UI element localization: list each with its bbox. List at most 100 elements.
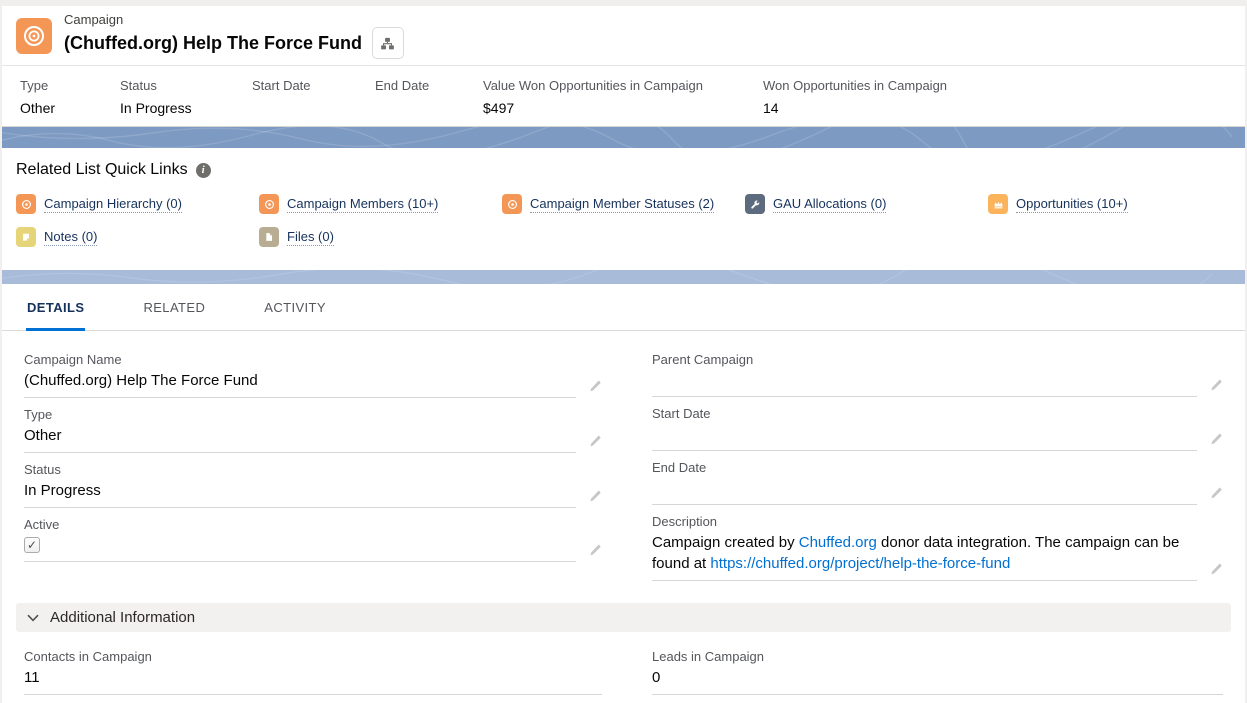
note-icon xyxy=(16,227,36,247)
campaign-hierarchy-link[interactable]: Campaign Hierarchy (0) xyxy=(44,196,182,213)
tab-related[interactable]: RELATED xyxy=(142,284,206,331)
quick-links-grid: Campaign Hierarchy (0) Campaign Members … xyxy=(16,194,1231,247)
description-text: Campaign created by xyxy=(652,534,799,551)
field-end-date: End Date xyxy=(652,460,1223,505)
edit-pencil-icon[interactable] xyxy=(1197,378,1223,397)
tab-details[interactable]: DETAILS xyxy=(26,284,85,331)
field-description: Description Campaign created by Chuffed.… xyxy=(652,514,1223,581)
opportunity-crown-icon xyxy=(988,194,1008,214)
details-form: Campaign Name (Chuffed.org) Help The For… xyxy=(2,331,1245,590)
highlights-panel: Type Other Status In Progress Start Date… xyxy=(2,66,1245,127)
field-value: (Chuffed.org) Help The Force Fund xyxy=(24,369,576,398)
edit-pencil-icon[interactable] xyxy=(1197,432,1223,451)
edit-pencil-icon[interactable] xyxy=(1197,562,1223,581)
header-text: Campaign (Chuffed.org) Help The Force Fu… xyxy=(64,12,404,59)
highlight-label: Status xyxy=(120,78,240,93)
background-texture-band xyxy=(2,127,1245,148)
quick-link-gau-allocations: GAU Allocations (0) xyxy=(745,194,988,214)
highlight-value-won-opportunities: Value Won Opportunities in Campaign $497 xyxy=(483,78,763,126)
field-value xyxy=(652,477,1197,505)
field-parent-campaign: Parent Campaign xyxy=(652,352,1223,397)
entity-label: Campaign xyxy=(64,12,404,27)
related-list-quick-links-card: Related List Quick Links i Campaign Hier… xyxy=(2,148,1245,270)
file-icon xyxy=(259,227,279,247)
record-header: Campaign (Chuffed.org) Help The Force Fu… xyxy=(2,6,1245,66)
field-label: Description xyxy=(652,514,1223,529)
view-hierarchy-button[interactable] xyxy=(372,27,404,59)
field-label: Start Date xyxy=(652,406,1223,421)
field-value xyxy=(652,423,1197,451)
field-label: Campaign Name xyxy=(24,352,602,367)
chuffed-org-link[interactable]: Chuffed.org xyxy=(799,534,877,551)
campaign-record-page: Campaign (Chuffed.org) Help The Force Fu… xyxy=(2,6,1245,703)
campaign-members-link[interactable]: Campaign Members (10+) xyxy=(287,196,438,213)
field-value: 11 xyxy=(24,666,602,695)
additional-right-column: Leads in Campaign 0 Converted Leads in C… xyxy=(652,649,1223,703)
section-title: Additional Information xyxy=(50,609,195,626)
quick-link-campaign-hierarchy: Campaign Hierarchy (0) xyxy=(16,194,259,214)
campaign-bullseye-icon xyxy=(16,18,52,54)
field-value: ✓ xyxy=(24,534,576,562)
field-type: Type Other xyxy=(24,407,602,453)
details-left-column: Campaign Name (Chuffed.org) Help The For… xyxy=(24,352,602,571)
field-campaign-name: Campaign Name (Chuffed.org) Help The For… xyxy=(24,352,602,398)
highlight-end-date: End Date xyxy=(375,78,483,126)
field-leads-in-campaign: Leads in Campaign 0 xyxy=(652,649,1223,695)
field-label: Contacts in Campaign xyxy=(24,649,602,664)
field-value: In Progress xyxy=(24,479,576,508)
quick-links-title: Related List Quick Links xyxy=(16,161,188,179)
field-active: Active ✓ xyxy=(24,517,602,562)
tab-activity[interactable]: ACTIVITY xyxy=(263,284,327,331)
wave-texture xyxy=(2,127,1245,148)
gau-allocations-link[interactable]: GAU Allocations (0) xyxy=(773,196,886,213)
highlight-value: 14 xyxy=(763,100,1233,116)
campaign-member-statuses-link[interactable]: Campaign Member Statuses (2) xyxy=(530,196,714,213)
field-value: Campaign created by Chuffed.org donor da… xyxy=(652,531,1197,581)
field-label: End Date xyxy=(652,460,1223,475)
active-checkbox[interactable]: ✓ xyxy=(24,537,40,553)
additional-information-section-header[interactable]: Additional Information xyxy=(16,603,1231,632)
edit-pencil-icon[interactable] xyxy=(576,543,602,562)
field-label: Status xyxy=(24,462,602,477)
field-label: Parent Campaign xyxy=(652,352,1223,367)
page-title: (Chuffed.org) Help The Force Fund xyxy=(64,32,362,55)
highlight-won-opportunities: Won Opportunities in Campaign 14 xyxy=(763,78,1245,126)
info-icon[interactable]: i xyxy=(196,163,211,178)
hierarchy-icon xyxy=(380,36,395,51)
files-link[interactable]: Files (0) xyxy=(287,229,334,246)
highlight-label: Won Opportunities in Campaign xyxy=(763,78,1233,93)
field-label: Leads in Campaign xyxy=(652,649,1223,664)
quick-link-campaign-members: Campaign Members (10+) xyxy=(259,194,502,214)
edit-pencil-icon[interactable] xyxy=(576,489,602,508)
project-url-link[interactable]: https://chuffed.org/project/help-the-for… xyxy=(710,555,1010,572)
field-label: Active xyxy=(24,517,602,532)
highlight-label: Start Date xyxy=(252,78,363,93)
field-status: Status In Progress xyxy=(24,462,602,508)
edit-pencil-icon[interactable] xyxy=(1197,486,1223,505)
highlight-value: $497 xyxy=(483,100,751,116)
highlight-label: Value Won Opportunities in Campaign xyxy=(483,78,751,93)
notes-link[interactable]: Notes (0) xyxy=(44,229,97,246)
details-right-column: Parent Campaign Start Date xyxy=(652,352,1223,590)
edit-pencil-icon[interactable] xyxy=(576,379,602,398)
field-value: Other xyxy=(24,424,576,453)
edit-pencil-icon[interactable] xyxy=(576,434,602,453)
field-start-date: Start Date xyxy=(652,406,1223,451)
details-card: DETAILS RELATED ACTIVITY Campaign Name (… xyxy=(2,284,1245,703)
highlight-value: Other xyxy=(20,100,108,116)
field-contacts-in-campaign: Contacts in Campaign 11 xyxy=(24,649,602,695)
quick-link-campaign-member-statuses: Campaign Member Statuses (2) xyxy=(502,194,745,214)
record-tabs: DETAILS RELATED ACTIVITY xyxy=(2,284,1245,331)
highlight-value: In Progress xyxy=(120,100,240,116)
gau-allocations-wrench-icon xyxy=(745,194,765,214)
highlight-status: Status In Progress xyxy=(120,78,252,126)
highlight-start-date: Start Date xyxy=(252,78,375,126)
field-value xyxy=(652,369,1197,397)
campaign-member-statuses-icon xyxy=(502,194,522,214)
opportunities-link[interactable]: Opportunities (10+) xyxy=(1016,196,1128,213)
highlight-label: End Date xyxy=(375,78,471,93)
campaign-icon xyxy=(16,194,36,214)
campaign-members-icon xyxy=(259,194,279,214)
additional-information-form: Contacts in Campaign 11 Responses in Cam… xyxy=(2,632,1245,703)
quick-link-opportunities: Opportunities (10+) xyxy=(988,194,1231,214)
